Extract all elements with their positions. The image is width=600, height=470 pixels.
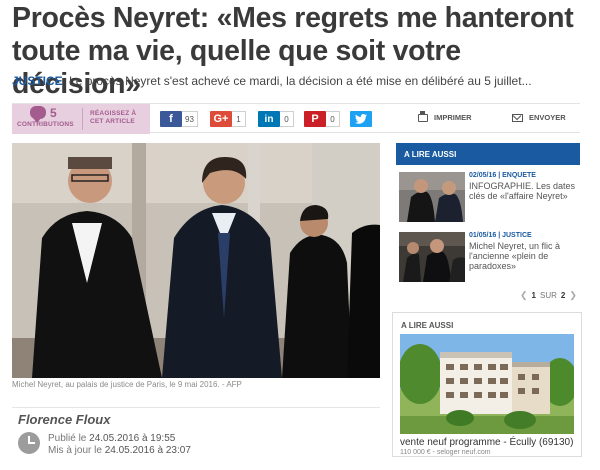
sponsored-title[interactable]: vente neuf programme - Écully (69130) bbox=[400, 437, 573, 448]
updated-date: 24.05.2016 à 23:07 bbox=[104, 445, 191, 456]
envelope-icon bbox=[512, 113, 523, 122]
aside-pager: ❮ 1 SUR 2 ❯ bbox=[520, 290, 577, 301]
google-plus-count: 1 bbox=[232, 111, 246, 127]
aside-meta: 02/05/16 | ENQUETE bbox=[469, 172, 536, 179]
contributions-label: CONTRIBUTIONS bbox=[17, 121, 74, 128]
sponsored-image[interactable] bbox=[400, 334, 574, 434]
twitter-icon bbox=[350, 111, 372, 127]
printer-icon bbox=[418, 110, 428, 122]
linkedin-share[interactable]: in 0 bbox=[258, 111, 294, 127]
pinterest-count: 0 bbox=[326, 111, 340, 127]
divider bbox=[12, 407, 380, 408]
react-link[interactable]: RÉAGISSEZ À CET ARTICLE bbox=[90, 110, 148, 126]
sponsored-source: 110 000 € - seloger neuf.com bbox=[400, 449, 491, 456]
aside-item[interactable]: 02/05/16 | ENQUETE INFOGRAPHIE. Les date… bbox=[399, 172, 579, 224]
article-chapo: JUSTICE Le procès Neyret s'est achevé ce… bbox=[12, 74, 592, 88]
aside-date: 01/05/16 bbox=[469, 232, 497, 239]
chevron-left-icon[interactable]: ❮ bbox=[520, 290, 528, 301]
facebook-count: 93 bbox=[182, 111, 198, 127]
share-bar: 5 CONTRIBUTIONS RÉAGISSEZ À CET ARTICLE … bbox=[12, 103, 580, 134]
published-label: Publié le bbox=[48, 433, 87, 444]
pinterest-icon: P bbox=[304, 111, 326, 127]
print-label: IMPRIMER bbox=[434, 113, 472, 122]
author-name[interactable]: Florence Floux bbox=[18, 412, 110, 427]
google-plus-share[interactable]: G+ 1 bbox=[210, 111, 246, 127]
aside-thumbnail[interactable] bbox=[399, 232, 465, 282]
send-label: ENVOYER bbox=[529, 113, 566, 122]
sponsored-label: A LIRE AUSSI bbox=[401, 321, 454, 330]
aside-thumbnail[interactable] bbox=[399, 172, 465, 222]
pinterest-share[interactable]: P 0 bbox=[304, 111, 340, 127]
comment-icon bbox=[30, 106, 46, 123]
published-date: 24.05.2016 à 19:55 bbox=[89, 433, 176, 444]
photo-caption: Michel Neyret, au palais de justice de P… bbox=[12, 380, 242, 389]
article-dates: Publié le 24.05.2016 à 19:55 Mis à jour … bbox=[48, 433, 191, 457]
send-button[interactable]: ENVOYER bbox=[512, 113, 566, 122]
contributions-button[interactable]: 5 CONTRIBUTIONS RÉAGISSEZ À CET ARTICLE bbox=[12, 104, 150, 134]
pager-current: 1 bbox=[531, 291, 536, 300]
aside-item[interactable]: 01/05/16 | JUSTICE Michel Neyret, un fli… bbox=[399, 232, 579, 284]
facebook-share[interactable]: f 93 bbox=[160, 111, 198, 127]
print-button[interactable]: IMPRIMER bbox=[418, 110, 472, 122]
pager-total: 2 bbox=[560, 291, 566, 300]
sponsored-box[interactable]: A LIRE AUSSI vente neuf programme - Écul… bbox=[392, 312, 582, 457]
google-plus-icon: G+ bbox=[210, 111, 232, 127]
rubric-link[interactable]: JUSTICE bbox=[12, 74, 63, 88]
pager-sep: SUR bbox=[540, 291, 557, 300]
aside-meta: 01/05/16 | JUSTICE bbox=[469, 232, 532, 239]
chapo-text: Le procès Neyret s'est achevé ce mardi, … bbox=[69, 74, 532, 88]
clock-icon bbox=[18, 432, 40, 454]
linkedin-icon: in bbox=[258, 111, 280, 127]
facebook-icon: f bbox=[160, 111, 182, 127]
aside-tag: ENQUETE bbox=[502, 172, 536, 179]
divider bbox=[82, 108, 83, 130]
aside-date: 02/05/16 bbox=[469, 172, 497, 179]
article-photo bbox=[12, 143, 380, 378]
updated-label: Mis à jour le bbox=[48, 445, 102, 456]
chevron-right-icon[interactable]: ❯ bbox=[569, 290, 577, 301]
linkedin-count: 0 bbox=[280, 111, 294, 127]
aside-title[interactable]: Michel Neyret, un flic à l'ancienne «ple… bbox=[469, 241, 577, 271]
aside-title[interactable]: INFOGRAPHIE. Les dates clés de «l'affair… bbox=[469, 181, 577, 201]
aside-tag: JUSTICE bbox=[502, 232, 532, 239]
aside-heading: A LIRE AUSSI bbox=[396, 143, 580, 165]
contributions-count: 5 bbox=[50, 106, 57, 120]
twitter-share[interactable] bbox=[350, 111, 372, 127]
